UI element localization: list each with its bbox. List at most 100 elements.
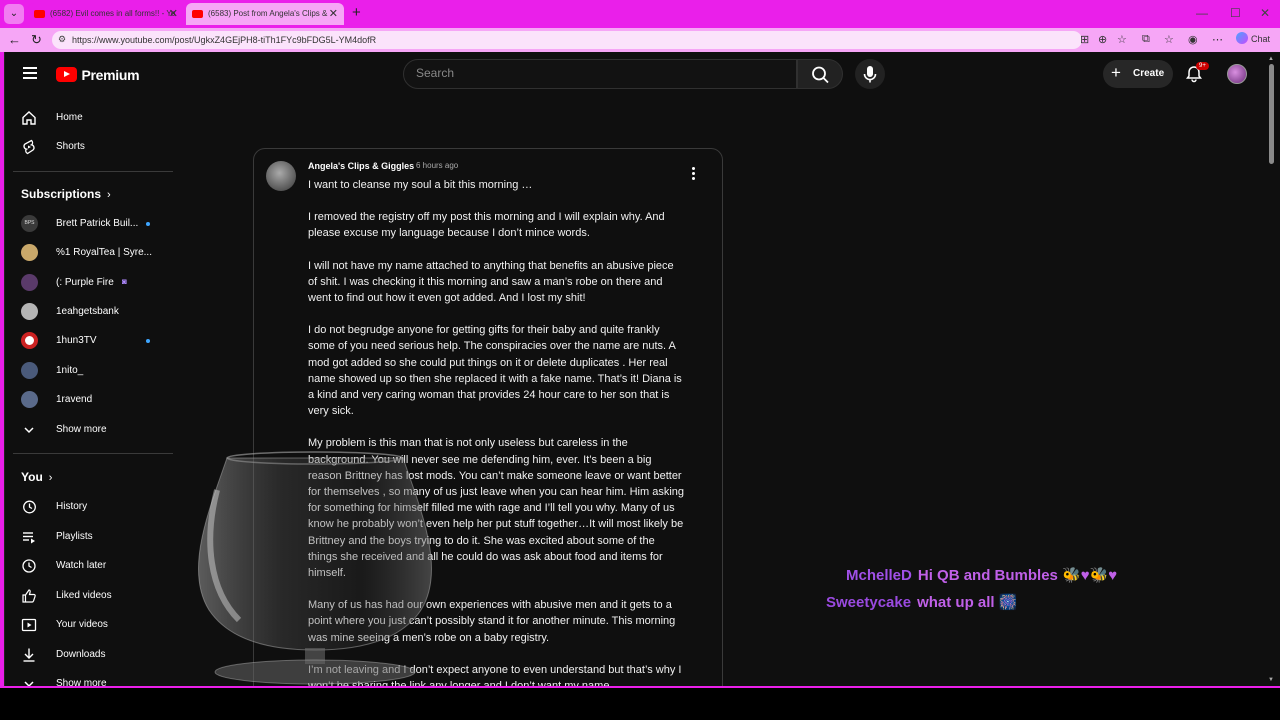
post-text: I want to cleanse my soul a bit this mor… (308, 177, 684, 688)
extensions-icon[interactable]: ⧉ (1142, 33, 1150, 46)
account-avatar[interactable] (1227, 64, 1247, 84)
subscription-item[interactable]: 1ravend (5, 386, 173, 414)
history-icon (23, 500, 36, 514)
app-available-icon[interactable]: ⊞ (1080, 33, 1089, 46)
shorts-icon (23, 139, 35, 155)
search-box[interactable] (403, 59, 797, 89)
profile-icon[interactable]: ◉ (1188, 33, 1198, 46)
subscription-item[interactable]: 1eahgetsbank (5, 298, 173, 326)
channel-avatar (21, 274, 38, 291)
maximize-icon[interactable]: ☐ (1230, 6, 1241, 20)
subscription-label: 1nito_ (56, 365, 84, 376)
scroll-up-icon[interactable]: ▲ (1268, 56, 1274, 62)
minimize-icon[interactable]: — (1196, 6, 1208, 20)
sidebar-item-watch-later[interactable]: Watch later (5, 552, 173, 580)
scrollbar-thumb[interactable] (1269, 64, 1274, 164)
close-window-icon[interactable]: ✕ (1260, 6, 1270, 20)
new-content-dot (146, 222, 150, 226)
subscription-label: 1eahgetsbank (56, 306, 119, 317)
subscription-item[interactable]: 1nito_ (5, 357, 173, 385)
scroll-down-icon[interactable]: ▼ (1268, 677, 1274, 683)
youtube-premium-logo[interactable]: Premium (56, 66, 140, 84)
subscription-item[interactable]: (: Purple Fire ◙ (5, 269, 173, 297)
live-icon: ◙ (122, 277, 127, 286)
subscriptions-title: Subscriptions (21, 187, 102, 201)
zoom-icon[interactable]: ⊕ (1098, 33, 1107, 46)
post-paragraph: I do not begrudge anyone for getting gif… (308, 324, 682, 418)
copilot-chat-button[interactable]: Chat (1236, 32, 1270, 44)
notification-badge: 9+ (1196, 62, 1209, 70)
tab-close-icon[interactable]: ✕ (169, 7, 178, 20)
voice-search-button[interactable] (855, 59, 885, 89)
sidebar-item-playlists[interactable]: Playlists (5, 523, 173, 551)
more-actions-icon[interactable] (692, 167, 696, 182)
address-bar[interactable]: ⚙ https://www.youtube.com/post/UgkxZ4GEj… (52, 31, 1082, 49)
post-paragraph: Many of us has had our own experiences w… (308, 599, 676, 644)
subscription-item[interactable]: %1 RoyalTea | Syre... (5, 239, 173, 267)
post-timestamp[interactable]: 6 hours ago (416, 161, 458, 170)
subscription-label: 1ravend (56, 394, 93, 405)
url-text: https://www.youtube.com/post/UgkxZ4GEjPH… (72, 35, 377, 45)
post-paragraph: My problem is this man that is not only … (308, 437, 685, 580)
browser-tab-1[interactable]: (6582) Evil comes in all forms!! - Yo ✕ (28, 3, 184, 25)
search-input[interactable] (416, 66, 776, 80)
chat-text: Hi QB and Bumbles 🐝♥🐝♥ (917, 567, 1118, 584)
you-heading[interactable]: You › (21, 470, 52, 484)
sidebar-item-history[interactable]: History (5, 493, 173, 521)
more-menu-icon[interactable]: ⋯ (1212, 33, 1223, 46)
screen: ⌄ (6582) Evil comes in all forms!! - Yo … (0, 0, 1280, 720)
plus-icon: + (1111, 63, 1121, 82)
browser-tab-2[interactable]: (6583) Post from Angela's Clips & ✕ (186, 3, 344, 25)
tab-title: (6583) Post from Angela's Clips & (208, 9, 328, 18)
sidebar-item-liked-videos[interactable]: Liked videos (5, 582, 173, 610)
youtube-play-icon (56, 67, 77, 83)
subscription-label: %1 RoyalTea | Syre... (56, 247, 152, 258)
copilot-icon (1236, 32, 1248, 44)
chat-username: Sweetycake (826, 594, 912, 611)
chevron-down-icon (24, 427, 34, 434)
post-paragraph: I’m not leaving and I don’t expect anyon… (308, 663, 682, 688)
channel-avatar: BPS (21, 215, 38, 232)
sidebar-item-your-videos[interactable]: Your videos (5, 611, 173, 639)
tab-search-button[interactable]: ⌄ (4, 4, 24, 24)
site-info-icon[interactable]: ⚙ (58, 34, 66, 45)
show-more-subscriptions[interactable]: Show more (5, 416, 173, 444)
browser-toolbar: ← ↻ ⚙ https://www.youtube.com/post/UgkxZ… (0, 28, 1280, 52)
menu-icon[interactable] (23, 67, 37, 79)
search-button[interactable] (797, 59, 843, 89)
create-button[interactable]: + Create (1103, 60, 1173, 88)
author-avatar[interactable] (266, 161, 296, 191)
back-arrow-icon[interactable]: ← (8, 32, 21, 47)
post-paragraph: I removed the registry off my post this … (308, 211, 665, 240)
channel-avatar (21, 244, 38, 261)
sidebar: Home Shorts Subscriptions › BPS Brett Pat… (5, 98, 173, 688)
favorite-star-icon[interactable]: ☆ (1117, 33, 1127, 46)
sidebar-item-home[interactable]: Home (5, 104, 173, 132)
post-paragraph: I will not have my name attached to anyt… (308, 259, 674, 305)
post-author[interactable]: Angela's Clips & Giggles (308, 161, 414, 171)
microphone-icon (863, 66, 877, 83)
show-more-label: Show more (56, 424, 107, 435)
subscription-item[interactable]: BPS Brett Patrick Buil... (5, 210, 173, 238)
subscriptions-heading[interactable]: Subscriptions › (21, 187, 111, 201)
your-videos-icon (21, 618, 37, 632)
you-title: You (21, 470, 43, 484)
masthead: Premium + Create 9+ (5, 52, 1280, 98)
favorites-icon[interactable]: ☆ (1164, 33, 1174, 46)
create-label: Create (1133, 68, 1165, 79)
subscription-item[interactable]: 1hun3TV (5, 327, 173, 355)
sidebar-item-downloads[interactable]: Downloads (5, 641, 173, 669)
chat-message: Sweetycake what up all 🎆 (826, 593, 1017, 611)
new-content-dot (146, 339, 150, 343)
sidebar-divider (13, 453, 173, 454)
sidebar-item-label: Watch later (56, 560, 107, 571)
sidebar-item-label: Liked videos (56, 590, 112, 601)
reload-icon[interactable]: ↻ (31, 32, 42, 48)
tab-close-icon[interactable]: ✕ (329, 7, 338, 20)
youtube-favicon-icon (192, 10, 203, 18)
community-post-card: Angela's Clips & Giggles 6 hours ago I w… (253, 148, 723, 688)
sidebar-item-shorts[interactable]: Shorts (5, 133, 173, 161)
post-paragraph: I want to cleanse my soul a bit this mor… (308, 179, 533, 191)
new-tab-button[interactable]: + (352, 4, 361, 21)
playlists-icon (23, 532, 35, 544)
